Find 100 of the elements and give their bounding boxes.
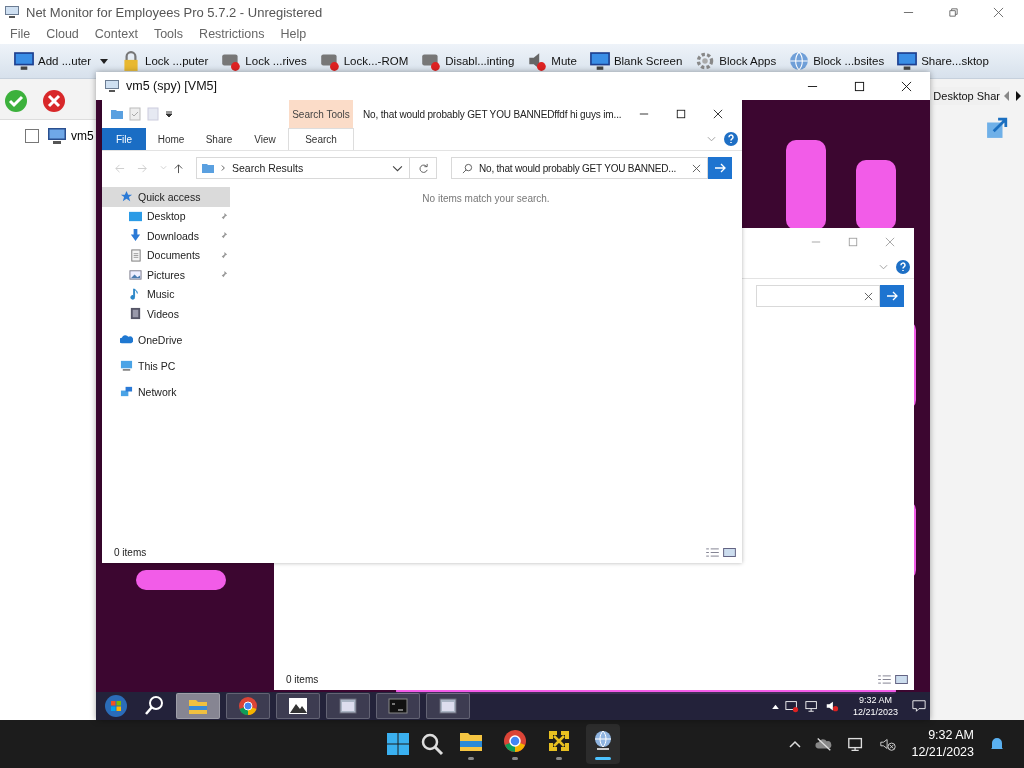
- close-icon[interactable]: [712, 109, 723, 119]
- search-field[interactable]: [756, 285, 880, 307]
- dropdown-icon[interactable]: [164, 109, 174, 119]
- nav-item[interactable]: Downloads: [102, 226, 230, 246]
- start-orb-icon[interactable]: [104, 694, 128, 718]
- ribbon-tab[interactable]: Search: [288, 128, 354, 150]
- download-arrow-icon: [129, 229, 142, 243]
- nav-item[interactable]: OneDrive: [102, 330, 230, 350]
- refresh-button[interactable]: [409, 157, 437, 179]
- tray-arrow-icon[interactable]: [771, 703, 779, 709]
- monitor-icon: [896, 50, 919, 72]
- search-icon: [462, 162, 473, 174]
- arrows-icon: [547, 728, 571, 753]
- cloud-icon[interactable]: [815, 736, 834, 752]
- globe-icon: [788, 50, 811, 72]
- close-icon[interactable]: [901, 80, 912, 92]
- cancel-icon[interactable]: [42, 89, 66, 113]
- status-text: 0 items: [286, 673, 319, 685]
- menu-item[interactable]: Restrictions: [191, 27, 273, 41]
- monitor-icon: [47, 126, 67, 146]
- window-icon: [338, 696, 358, 716]
- film-icon: [129, 307, 142, 321]
- checkmark-icon[interactable]: [4, 89, 28, 113]
- monitor-icon: [588, 50, 611, 72]
- pin-icon: [219, 211, 228, 221]
- network-icon[interactable]: [804, 699, 819, 713]
- nav-item[interactable]: Desktop: [102, 206, 230, 226]
- taskbar-button[interactable]: [426, 693, 470, 719]
- popout-icon[interactable]: [986, 117, 1008, 139]
- maximize-icon[interactable]: [854, 80, 865, 92]
- muted-speaker-icon[interactable]: [879, 736, 898, 752]
- ribbon-tab[interactable]: File: [102, 128, 146, 150]
- restore-icon[interactable]: [948, 6, 959, 18]
- toolbar-button[interactable]: Lock...-ROM: [313, 46, 414, 76]
- up-arrow-icon[interactable]: [173, 162, 184, 174]
- toolbar-button[interactable]: Block Apps: [689, 46, 782, 76]
- thumbnail-view-icon[interactable]: [723, 547, 736, 557]
- monitor-icon: [104, 78, 120, 94]
- clock-time: 9:32 AM: [858, 694, 892, 706]
- details-view-icon[interactable]: [878, 674, 891, 684]
- address-bar[interactable]: Search Results: [196, 157, 410, 179]
- scroll-right-icon[interactable]: [1014, 90, 1022, 102]
- help-icon[interactable]: [896, 260, 910, 274]
- clear-icon[interactable]: [692, 163, 701, 173]
- pin-icon: [219, 270, 228, 280]
- chevron-up-icon[interactable]: [789, 740, 802, 748]
- taskbar-button[interactable]: [586, 724, 620, 764]
- refresh-icon: [417, 162, 429, 174]
- nav-item[interactable]: Videos: [102, 304, 230, 324]
- toolbar-button[interactable]: Disabl...inting: [415, 46, 520, 76]
- clock-date: 12/21/2023: [852, 706, 898, 718]
- menu-item[interactable]: Tools: [145, 27, 192, 41]
- document-icon: [129, 248, 142, 262]
- menu-item[interactable]: Context: [86, 27, 146, 41]
- maximize-icon[interactable]: [676, 109, 686, 119]
- notification-icon[interactable]: [912, 699, 926, 713]
- display-icon[interactable]: [784, 699, 799, 713]
- checkbox[interactable]: [25, 129, 39, 143]
- picture-icon: [129, 268, 142, 282]
- computer-name[interactable]: vm5: [71, 129, 94, 143]
- window-title: vm5 (spy) [VM5]: [126, 79, 217, 93]
- muted-speaker-icon[interactable]: [824, 699, 839, 713]
- help-icon[interactable]: [724, 132, 738, 146]
- monitor-icon: [13, 50, 35, 72]
- window-title: No, that would probably GET YOU BANNEDffdf hi guys im...: [362, 108, 623, 120]
- pin-icon: [219, 231, 228, 241]
- status-text: 0 items: [114, 546, 147, 558]
- clock-date: 12/21/2023: [911, 744, 974, 761]
- window-title: Net Monitor for Employees Pro 5.7.2 - Unregistered: [26, 4, 323, 20]
- toolbar-button[interactable]: Lock ...puter: [115, 46, 214, 76]
- window-icon: [438, 696, 458, 716]
- chevron-right-icon: [221, 164, 226, 172]
- menu-item[interactable]: Cloud: [38, 27, 87, 41]
- folder-icon[interactable]: [110, 107, 124, 121]
- windows-logo-icon[interactable]: [386, 732, 410, 756]
- search-icon[interactable]: [420, 732, 444, 756]
- nav-item[interactable]: Music: [102, 284, 230, 304]
- toolbar-button[interactable]: Mute: [521, 46, 582, 76]
- details-view-icon[interactable]: [706, 547, 719, 557]
- search-field[interactable]: No, that would probably GET YOU BANNED...: [451, 157, 708, 179]
- menu-item[interactable]: File: [2, 27, 39, 41]
- taskbar-button[interactable]: [276, 693, 320, 719]
- nav-item[interactable]: Quick access: [102, 187, 230, 207]
- empty-message: No items match your search.: [422, 193, 550, 206]
- ribbon-tab[interactable]: View: [242, 128, 288, 150]
- nav-item[interactable]: Documents: [102, 245, 230, 265]
- toolbar-button[interactable]: Lock ...rives: [215, 46, 312, 76]
- clear-icon[interactable]: [864, 291, 873, 301]
- ribbon-tab[interactable]: Share: [196, 128, 242, 150]
- taskbar-button[interactable]: [226, 693, 270, 719]
- monitor-icon: [4, 4, 20, 20]
- ribbon-tab[interactable]: Home: [146, 128, 196, 150]
- nav-item[interactable]: This PC: [102, 356, 230, 376]
- folder-icon: [201, 161, 215, 175]
- thumbnail-view-icon[interactable]: [895, 674, 908, 684]
- nav-item[interactable]: Pictures: [102, 265, 230, 285]
- menu-item[interactable]: Help: [272, 27, 315, 41]
- caret-icon: [100, 58, 109, 64]
- taskbar-button[interactable]: [326, 693, 370, 719]
- nav-item[interactable]: Network: [102, 382, 230, 402]
